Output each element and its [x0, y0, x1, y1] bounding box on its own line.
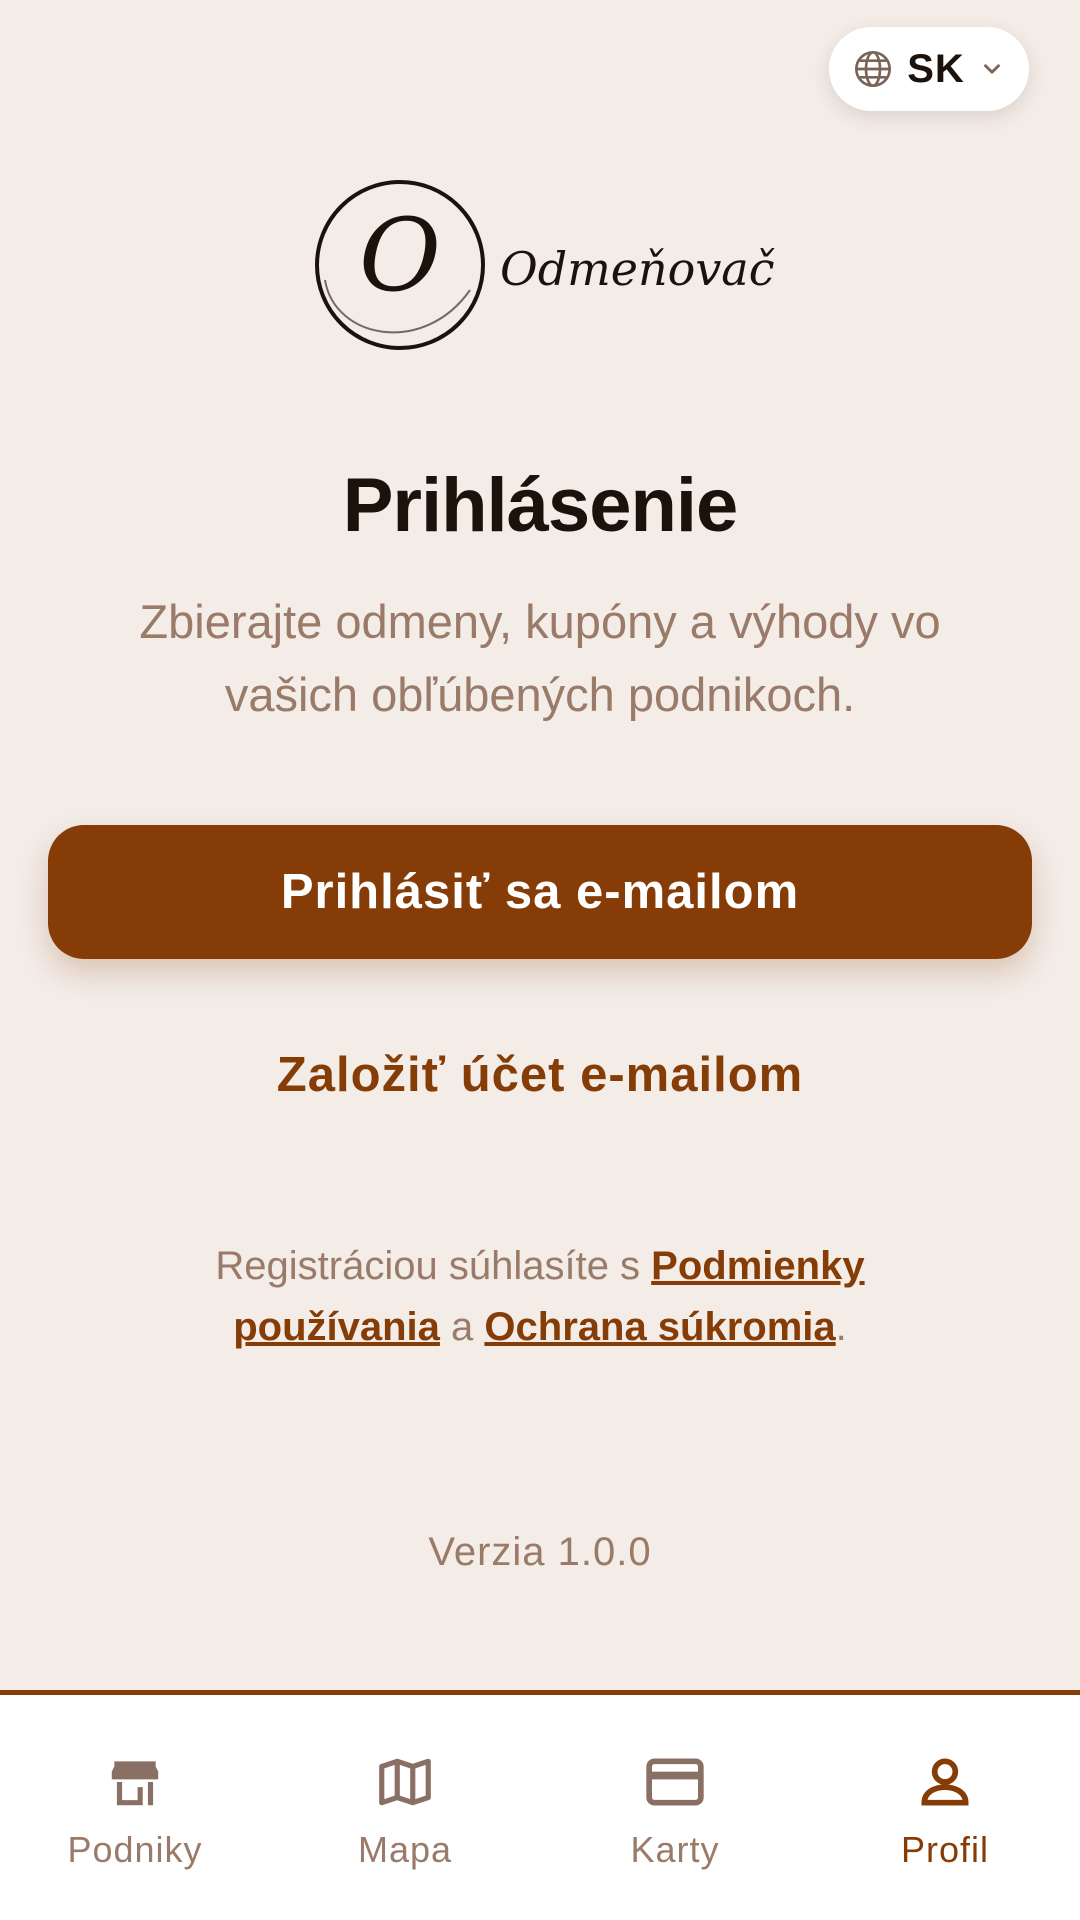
logo-text: Odmeňovačka	[500, 242, 775, 296]
terms-conjunction: a	[439, 1305, 485, 1349]
terms-notice: Registráciou súhlasíte s Podmienky použí…	[150, 1236, 930, 1358]
nav-item-karty[interactable]: Karty	[540, 1695, 810, 1920]
store-icon	[111, 1761, 159, 1806]
card-icon	[646, 1758, 704, 1806]
nav-item-profil[interactable]: Profil	[810, 1695, 1080, 1920]
nav-item-podniky[interactable]: Podniky	[0, 1695, 270, 1920]
create-account-button[interactable]: Založiť účet e-mailom	[190, 1040, 890, 1110]
nav-label-profil: Profil	[900, 1829, 990, 1870]
app-version: Verzia 1.0.0	[428, 1530, 652, 1574]
terms-suffix: .	[835, 1305, 847, 1349]
logo-letter: O	[359, 197, 441, 314]
language-code: SK	[907, 46, 965, 91]
login-screen: SK O Odmeňovačka Prihlásenie Zbierajte o…	[0, 0, 1080, 1920]
nav-label-karty: Karty	[630, 1829, 720, 1870]
chevron-down-icon	[983, 64, 1000, 74]
brand-logo: O Odmeňovačka	[315, 180, 775, 350]
nav-item-mapa[interactable]: Mapa	[270, 1695, 540, 1920]
person-icon	[921, 1758, 969, 1806]
page-title: Prihlásenie	[342, 463, 739, 548]
globe-icon	[855, 51, 892, 87]
terms-prefix: Registráciou súhlasíte s	[215, 1244, 652, 1288]
nav-label-podniky: Podniky	[67, 1829, 203, 1870]
privacy-policy-link[interactable]: Ochrana súkromia	[484, 1305, 835, 1349]
page-subtitle: Zbierajte odmeny, kupóny a výhody vo vaš…	[139, 595, 941, 721]
nav-label-mapa: Mapa	[357, 1829, 453, 1870]
language-selector[interactable]: SK	[829, 27, 1029, 111]
email-login-button[interactable]: Prihlásiť sa e-mailom	[48, 825, 1032, 959]
bottom-navigation: Podniky Mapa Karty Profil	[0, 1690, 1080, 1920]
map-icon	[379, 1758, 431, 1806]
